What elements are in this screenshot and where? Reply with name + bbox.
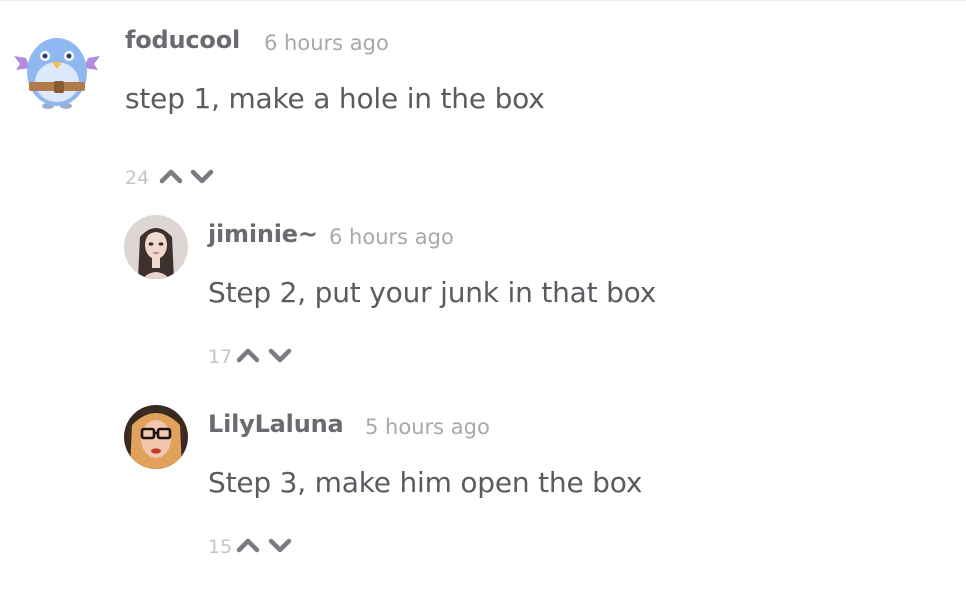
comment-text: Step 3, make him open the box: [208, 466, 643, 499]
chevron-down-icon: [268, 538, 292, 553]
chevron-up-icon: [236, 538, 260, 553]
vote-count: 15: [208, 536, 233, 558]
upvote-button[interactable]: [236, 535, 260, 555]
comment-lilylaluna: LilyLaluna 5 hours ago Step 3, make him …: [0, 0, 966, 592]
timestamp: 5 hours ago: [365, 415, 490, 439]
woman-glasses-icon: [124, 405, 188, 469]
username[interactable]: LilyLaluna: [208, 410, 344, 438]
downvote-button[interactable]: [268, 535, 292, 555]
avatar-woman-glasses[interactable]: [124, 405, 188, 469]
